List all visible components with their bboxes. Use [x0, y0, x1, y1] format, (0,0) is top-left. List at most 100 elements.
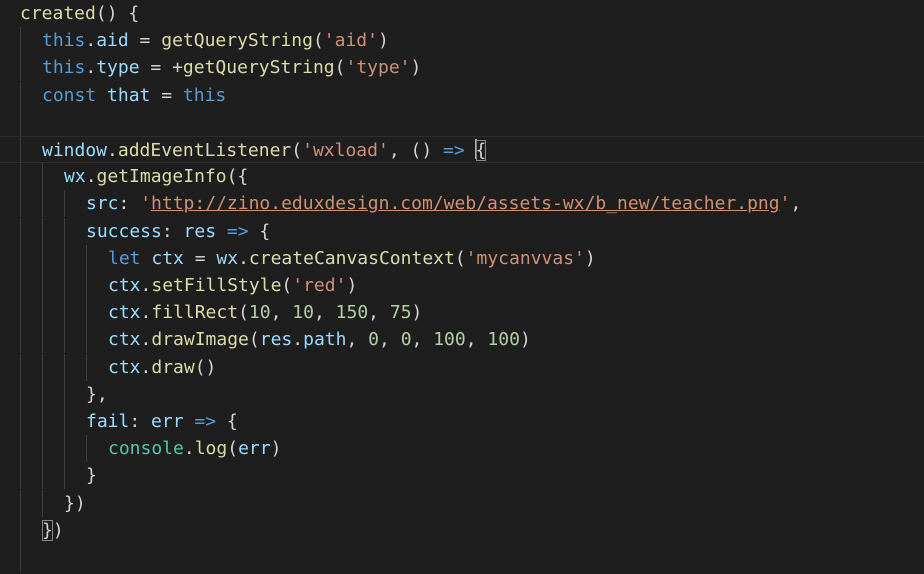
code-line[interactable]: }, [0, 380, 924, 408]
code-text: window.addEventListener('wxload', () => … [42, 137, 487, 164]
code-line[interactable]: let ctx = wx.createCanvasContext('mycanv… [0, 244, 924, 272]
code-token: 10 [248, 302, 271, 324]
code-line[interactable]: ctx.draw() [0, 353, 924, 381]
code-token: ctx [108, 302, 141, 324]
code-token: createCanvasContext [248, 247, 455, 269]
code-token: => [443, 140, 465, 161]
code-token: created [20, 3, 96, 24]
code-token: } [86, 465, 97, 487]
code-token: 0 [400, 329, 412, 351]
code-token: 'type' [345, 57, 411, 79]
indent-guide [42, 299, 43, 327]
indent-guide [64, 408, 65, 435]
indent-guide [64, 217, 65, 245]
code-token: 150 [335, 302, 369, 324]
code-token: . [85, 30, 97, 52]
code-token: this [182, 84, 227, 106]
indent-guide [86, 299, 87, 327]
code-token: 100 [487, 329, 520, 351]
code-token: aid [96, 30, 129, 52]
code-text: }) [42, 517, 64, 544]
code-line[interactable]: ctx.fillRect(10, 10, 150, 75) [0, 299, 924, 327]
code-line[interactable]: this.aid = getQueryString('aid') [0, 27, 924, 55]
code-token: 'aid' [323, 30, 378, 52]
code-token: ctx [108, 329, 141, 351]
indent-guide [64, 326, 65, 354]
code-token: ' [140, 193, 152, 215]
indent-guide [20, 217, 21, 245]
indent-guide [20, 27, 21, 55]
code-token: . [140, 275, 152, 296]
indent-guide [64, 190, 65, 218]
code-text: }) [64, 490, 86, 517]
code-line[interactable]: success: res => { [0, 217, 924, 245]
code-line[interactable]: }) [0, 489, 924, 517]
code-token: err [238, 438, 271, 460]
code-token: , [270, 302, 293, 324]
code-text: wx.getImageInfo({ [64, 163, 248, 190]
code-line[interactable]: ctx.setFillStyle('red') [0, 272, 924, 299]
code-text: const that = this [42, 82, 226, 109]
code-token: fillRect [151, 302, 239, 324]
indent-guide [20, 353, 21, 381]
code-token: , [465, 329, 488, 351]
code-token: . [238, 247, 249, 269]
code-line[interactable]: src: 'http://zino.eduxdesign.com/web/ass… [0, 190, 924, 218]
code-token: . [140, 329, 152, 351]
indent-guide [42, 489, 43, 517]
indent-guide [42, 380, 43, 408]
code-text: } [86, 462, 97, 489]
code-token: ) [584, 247, 596, 269]
code-token: ) [346, 275, 358, 296]
code-token: err [151, 411, 184, 432]
code-token: let [108, 247, 141, 269]
code-line[interactable]: }) [0, 516, 924, 544]
indent-guide [86, 244, 87, 272]
indent-guide [20, 54, 21, 82]
code-token: res [183, 220, 217, 242]
code-token: wx [64, 166, 86, 188]
indent-guide [42, 353, 43, 381]
indent-guide [64, 380, 65, 408]
code-token: 'wxload' [302, 140, 389, 161]
indent-guide [64, 462, 65, 490]
indent-guide [42, 217, 43, 245]
code-line[interactable]: } [0, 462, 924, 490]
indent-guide [20, 190, 21, 218]
code-token: 'mycanvvas' [465, 247, 585, 269]
indent-guide [20, 380, 21, 408]
code-line[interactable]: fail: err => { [0, 408, 924, 435]
indent-guide [20, 244, 21, 272]
matched-bracket: { [475, 140, 487, 161]
code-token: window [42, 140, 108, 161]
code-text: ctx.fillRect(10, 10, 150, 75) [108, 299, 422, 326]
code-line[interactable]: created() { [0, 0, 924, 27]
code-line[interactable]: this.type = +getQueryString('type') [0, 54, 924, 82]
code-line[interactable] [0, 544, 924, 571]
code-token: }) [64, 492, 86, 514]
code-text: ctx.setFillStyle('red') [108, 272, 357, 299]
code-token: ) [410, 57, 422, 79]
indent-guide [86, 326, 87, 354]
code-line[interactable]: wx.getImageInfo({ [0, 163, 924, 191]
code-line[interactable] [0, 108, 924, 136]
code-token: => [226, 220, 249, 242]
indent-guide [20, 408, 21, 435]
code-token: () [194, 356, 217, 378]
code-line[interactable]: window.addEventListener('wxload', () => … [0, 136, 924, 164]
code-token: 0 [368, 329, 379, 351]
code-line[interactable]: console.log(err) [0, 435, 924, 463]
code-text: success: res => { [86, 218, 270, 245]
code-token: getQueryString [182, 57, 335, 79]
code-token: ) [411, 302, 423, 324]
code-line[interactable]: ctx.drawImage(res.path, 0, 0, 100, 100) [0, 326, 924, 354]
indent-guide [64, 353, 65, 381]
code-line[interactable]: const that = this [0, 81, 924, 109]
indent-guide [20, 108, 21, 136]
code-token: 10 [292, 302, 314, 324]
code-editor[interactable]: created() {this.aid = getQueryString('ai… [0, 0, 924, 574]
url-link[interactable]: http://zino.eduxdesign.com/web/assets-wx… [151, 193, 780, 214]
code-token: res [259, 329, 293, 351]
code-token: path [303, 329, 347, 351]
